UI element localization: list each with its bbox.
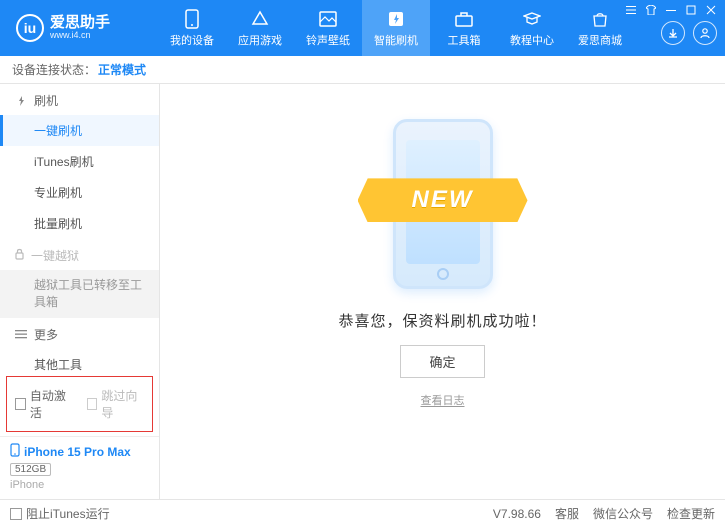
- status-label: 设备连接状态：: [12, 61, 96, 78]
- store-icon: [590, 9, 610, 29]
- phone-icon: [10, 443, 20, 460]
- device-status-bar: 设备连接状态： 正常模式: [0, 56, 725, 84]
- block-itunes-checkbox[interactable]: 阻止iTunes运行: [10, 505, 110, 522]
- apps-icon: [250, 9, 270, 29]
- footer-right: V7.98.66 客服 微信公众号 检查更新: [493, 505, 715, 522]
- sidebar-section-flash[interactable]: 刷机: [0, 84, 159, 115]
- footer-link-wechat[interactable]: 微信公众号: [593, 505, 653, 522]
- device-capacity: 512GB: [10, 463, 51, 476]
- new-ribbon-text: NEW: [412, 186, 474, 214]
- lock-icon: [14, 248, 25, 263]
- footer-left: 阻止iTunes运行: [10, 505, 110, 522]
- menu-icon[interactable]: [625, 4, 637, 16]
- download-button[interactable]: [661, 21, 685, 45]
- main-nav: 我的设备 应用游戏 铃声壁纸 智能刷机 工具箱 教程中心 爱思商城: [158, 0, 653, 56]
- main-content: NEW 恭喜您，保资料刷机成功啦！ 确定 查看日志: [160, 84, 725, 499]
- nav-apps-games[interactable]: 应用游戏: [226, 0, 294, 56]
- sidebar: 刷机 一键刷机 iTunes刷机 专业刷机 批量刷机 一键越狱 越狱工具已转移至…: [0, 84, 160, 499]
- wallpaper-icon: [318, 9, 338, 29]
- titlebar-right-buttons: [661, 21, 717, 45]
- success-illustration: NEW: [358, 114, 528, 294]
- main-body: 刷机 一键刷机 iTunes刷机 专业刷机 批量刷机 一键越狱 越狱工具已转移至…: [0, 84, 725, 499]
- device-type: iPhone: [10, 479, 149, 491]
- sidebar-options-box: 自动激活 跳过向导: [6, 376, 153, 432]
- auto-activate-checkbox[interactable]: 自动激活: [15, 387, 73, 421]
- minimize-icon[interactable]: [665, 4, 677, 16]
- user-button[interactable]: [693, 21, 717, 45]
- version-label: V7.98.66: [493, 507, 541, 521]
- app-title: 爱思助手: [50, 15, 110, 32]
- device-icon: [182, 9, 202, 29]
- tutorial-icon: [522, 9, 542, 29]
- sidebar-item-pro-flash[interactable]: 专业刷机: [0, 177, 159, 208]
- device-name[interactable]: iPhone 15 Pro Max: [10, 443, 149, 460]
- sidebar-item-jailbreak-moved: 越狱工具已转移至工具箱: [0, 270, 159, 318]
- window-controls: [625, 4, 717, 16]
- nav-smart-flash[interactable]: 智能刷机: [362, 0, 430, 56]
- success-message: 恭喜您，保资料刷机成功啦！: [338, 310, 546, 331]
- footer: 阻止iTunes运行 V7.98.66 客服 微信公众号 检查更新: [0, 499, 725, 527]
- app-logo: iu 爱思助手 www.i4.cn: [8, 14, 158, 42]
- ok-button[interactable]: 确定: [400, 345, 484, 378]
- skin-icon[interactable]: [645, 4, 657, 16]
- flash-small-icon: [14, 94, 28, 108]
- nav-store[interactable]: 爱思商城: [566, 0, 634, 56]
- nav-toolbox[interactable]: 工具箱: [430, 0, 498, 56]
- sidebar-section-jailbreak: 一键越狱: [0, 239, 159, 270]
- toolbox-icon: [454, 9, 474, 29]
- sidebar-item-one-click-flash[interactable]: 一键刷机: [0, 115, 159, 146]
- view-log-link[interactable]: 查看日志: [421, 392, 465, 408]
- app-url: www.i4.cn: [50, 31, 110, 41]
- footer-link-update[interactable]: 检查更新: [667, 505, 715, 522]
- title-bar: iu 爱思助手 www.i4.cn 我的设备 应用游戏 铃声壁纸 智能刷机 工具…: [0, 0, 725, 56]
- device-info: iPhone 15 Pro Max 512GB iPhone: [0, 436, 159, 499]
- close-icon[interactable]: [705, 4, 717, 16]
- sidebar-item-batch-flash[interactable]: 批量刷机: [0, 208, 159, 239]
- maximize-icon[interactable]: [685, 4, 697, 16]
- nav-my-device[interactable]: 我的设备: [158, 0, 226, 56]
- nav-ringtones[interactable]: 铃声壁纸: [294, 0, 362, 56]
- skip-wizard-checkbox: 跳过向导: [87, 387, 145, 421]
- more-icon: [14, 327, 28, 341]
- flash-icon: [386, 9, 406, 29]
- sidebar-item-itunes-flash[interactable]: iTunes刷机: [0, 146, 159, 177]
- logo-icon: iu: [16, 14, 44, 42]
- sidebar-item-other-tools[interactable]: 其他工具: [0, 349, 159, 372]
- sidebar-section-more[interactable]: 更多: [0, 318, 159, 349]
- status-value: 正常模式: [98, 61, 146, 78]
- nav-tutorials[interactable]: 教程中心: [498, 0, 566, 56]
- footer-link-support[interactable]: 客服: [555, 505, 579, 522]
